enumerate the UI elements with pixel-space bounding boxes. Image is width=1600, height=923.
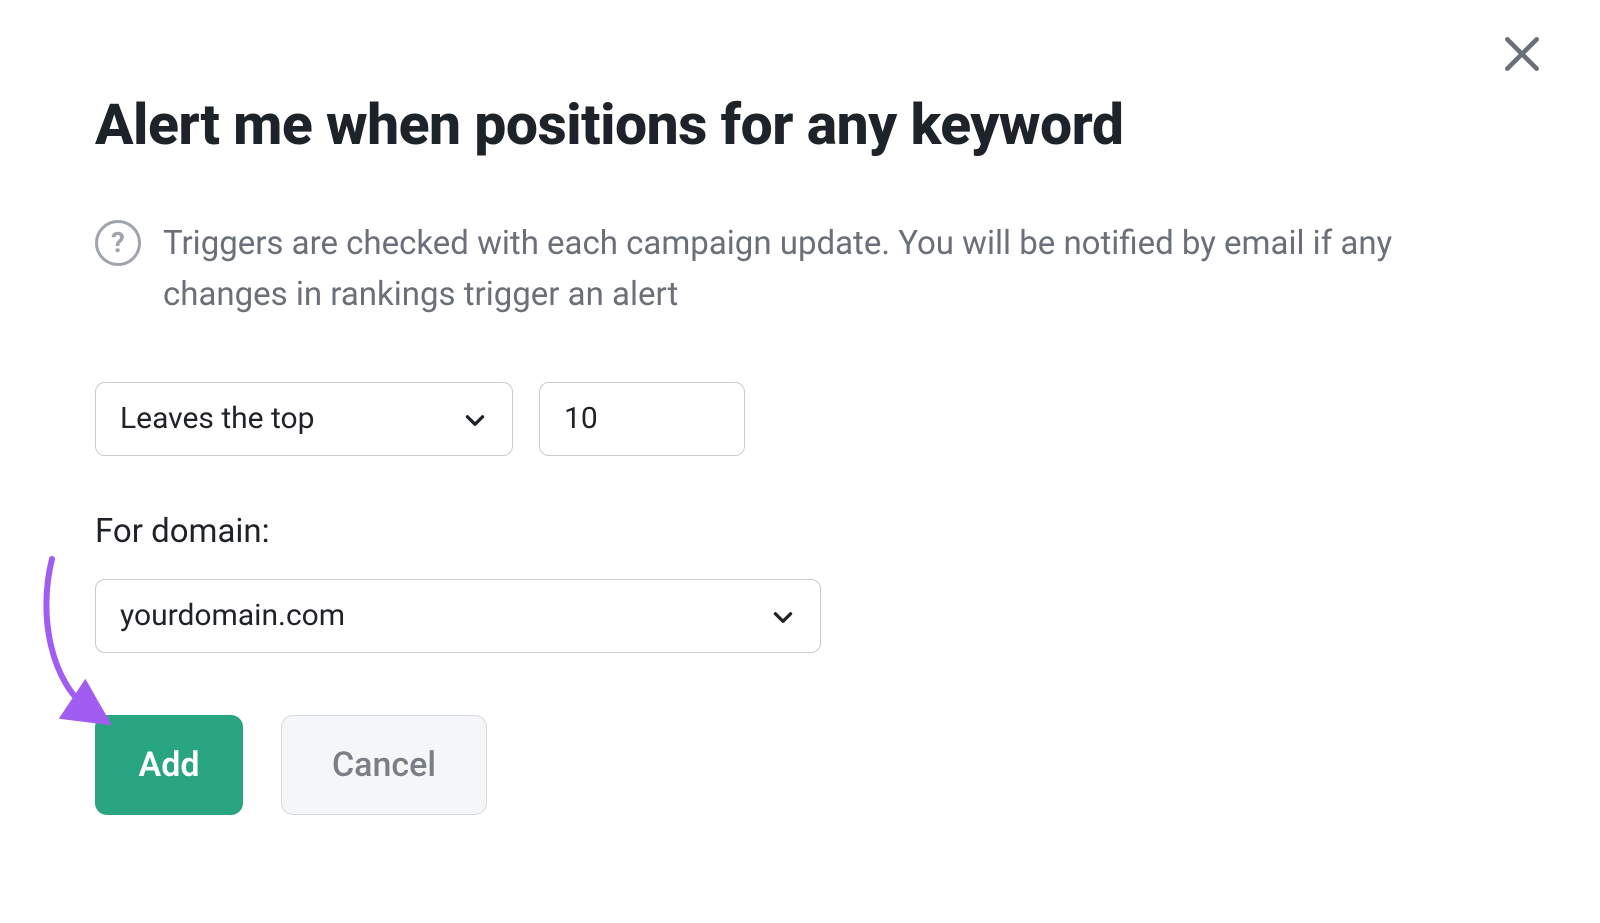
close-icon [1500,32,1544,80]
add-button-label: Add [139,745,200,785]
close-button[interactable] [1494,28,1550,84]
help-icon: ? [95,220,141,266]
chevron-down-icon [770,603,796,629]
domain-label: For domain: [95,512,1445,551]
threshold-value: 10 [564,401,598,436]
threshold-input[interactable]: 10 [539,382,745,456]
condition-select-value: Leaves the top [120,401,315,436]
cancel-button-label: Cancel [332,745,436,785]
cancel-button[interactable]: Cancel [281,715,487,815]
domain-select-value: yourdomain.com [120,598,345,633]
chevron-down-icon [462,406,488,432]
dialog-buttons: Add Cancel [95,715,1445,815]
alert-dialog: Alert me when positions for any keyword … [95,92,1445,815]
domain-select[interactable]: yourdomain.com [95,579,821,653]
trigger-condition-row: Leaves the top 10 [95,382,1445,456]
condition-select[interactable]: Leaves the top [95,382,513,456]
dialog-title: Alert me when positions for any keyword [95,92,1445,158]
help-text: Triggers are checked with each campaign … [163,218,1393,320]
add-button[interactable]: Add [95,715,243,815]
help-row: ? Triggers are checked with each campaig… [95,218,1445,320]
